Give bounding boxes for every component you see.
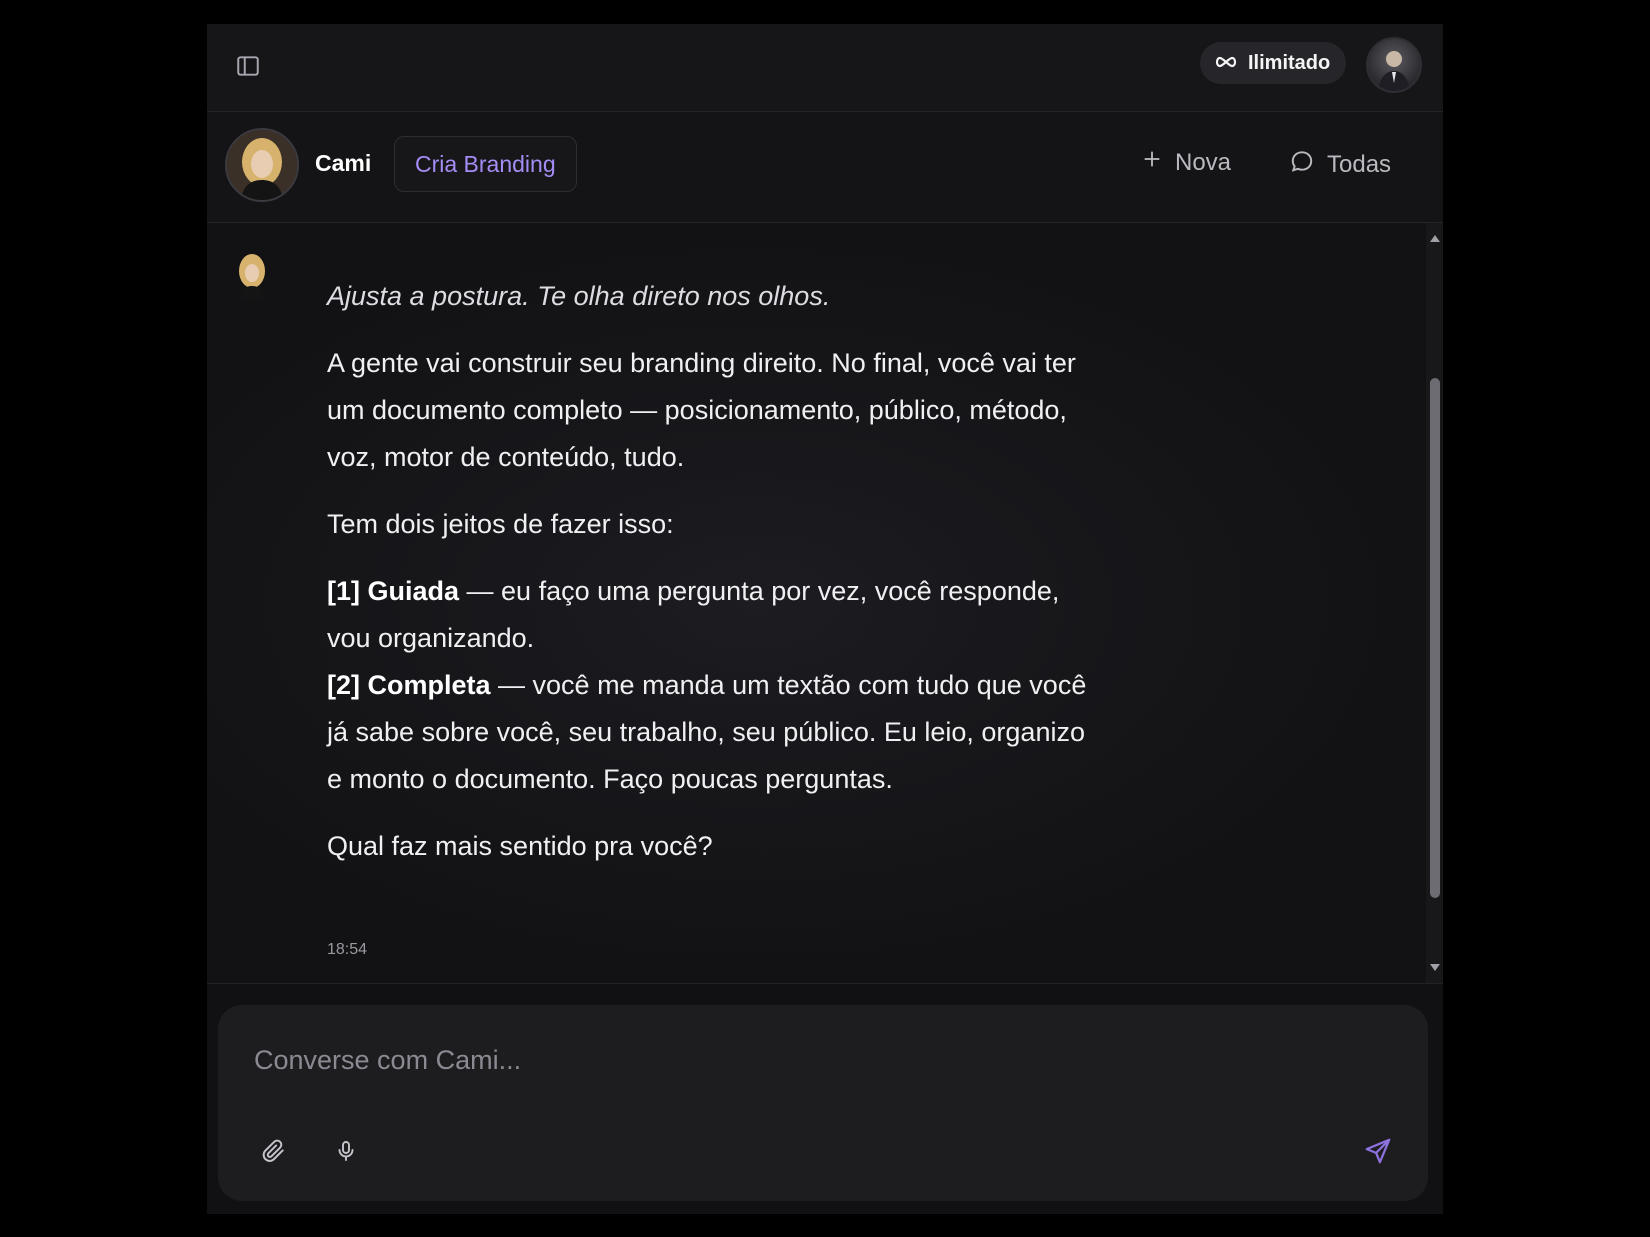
new-chat-button[interactable]: Nova — [1141, 148, 1231, 177]
top-bar: Ilimitado — [207, 24, 1443, 112]
chat-app: Ilimitado Cami Cria Branding Nova Todas … — [207, 24, 1443, 1214]
scrollbar[interactable] — [1426, 223, 1443, 983]
option-1-label: [1] Guiada — [327, 576, 460, 606]
new-chat-label: Nova — [1175, 148, 1232, 176]
message-question: Qual faz mais sentido pra você? — [327, 831, 713, 861]
scroll-up-arrow[interactable] — [1430, 235, 1440, 242]
message-body: Ajusta a postura. Te olha direto nos olh… — [327, 273, 1087, 890]
message-timestamp: 18:54 — [327, 941, 368, 958]
chat-header: Cami Cria Branding Nova Todas — [207, 112, 1443, 223]
paperclip-icon[interactable] — [254, 1131, 294, 1171]
message-input[interactable] — [252, 1031, 1356, 1089]
composer — [218, 1005, 1428, 1201]
message-paragraph: A gente vai construir seu branding direi… — [327, 348, 1076, 472]
agent-mode-pill[interactable]: Cria Branding — [394, 136, 577, 192]
plan-label: Ilimitado — [1248, 51, 1331, 74]
plus-icon — [1141, 148, 1163, 177]
chat-bubble-icon — [1289, 148, 1315, 181]
scroll-thumb[interactable] — [1430, 378, 1440, 898]
infinity-icon — [1214, 52, 1238, 75]
message-paragraph: Tem dois jeitos de fazer isso: — [327, 509, 674, 539]
message-avatar — [232, 251, 272, 301]
plan-badge: Ilimitado — [1200, 42, 1347, 84]
message-list: Ajusta a postura. Te olha direto nos olh… — [207, 223, 1425, 983]
divider — [207, 983, 1443, 984]
message-options: [1] Guiada — eu faço uma pergunta por ve… — [327, 568, 1087, 803]
all-chats-button[interactable]: Todas — [1289, 148, 1391, 181]
user-avatar[interactable] — [1366, 37, 1422, 93]
option-2-label: [2] Completa — [327, 670, 491, 700]
agent-name: Cami — [315, 150, 372, 176]
send-icon[interactable] — [1358, 1131, 1398, 1171]
scroll-down-arrow[interactable] — [1430, 964, 1440, 971]
microphone-icon[interactable] — [326, 1131, 366, 1171]
message-intro: Ajusta a postura. Te olha direto nos olh… — [327, 281, 831, 311]
sidebar-toggle-icon[interactable] — [233, 51, 263, 81]
all-chats-label: Todas — [1327, 150, 1392, 178]
agent-avatar — [225, 128, 299, 202]
